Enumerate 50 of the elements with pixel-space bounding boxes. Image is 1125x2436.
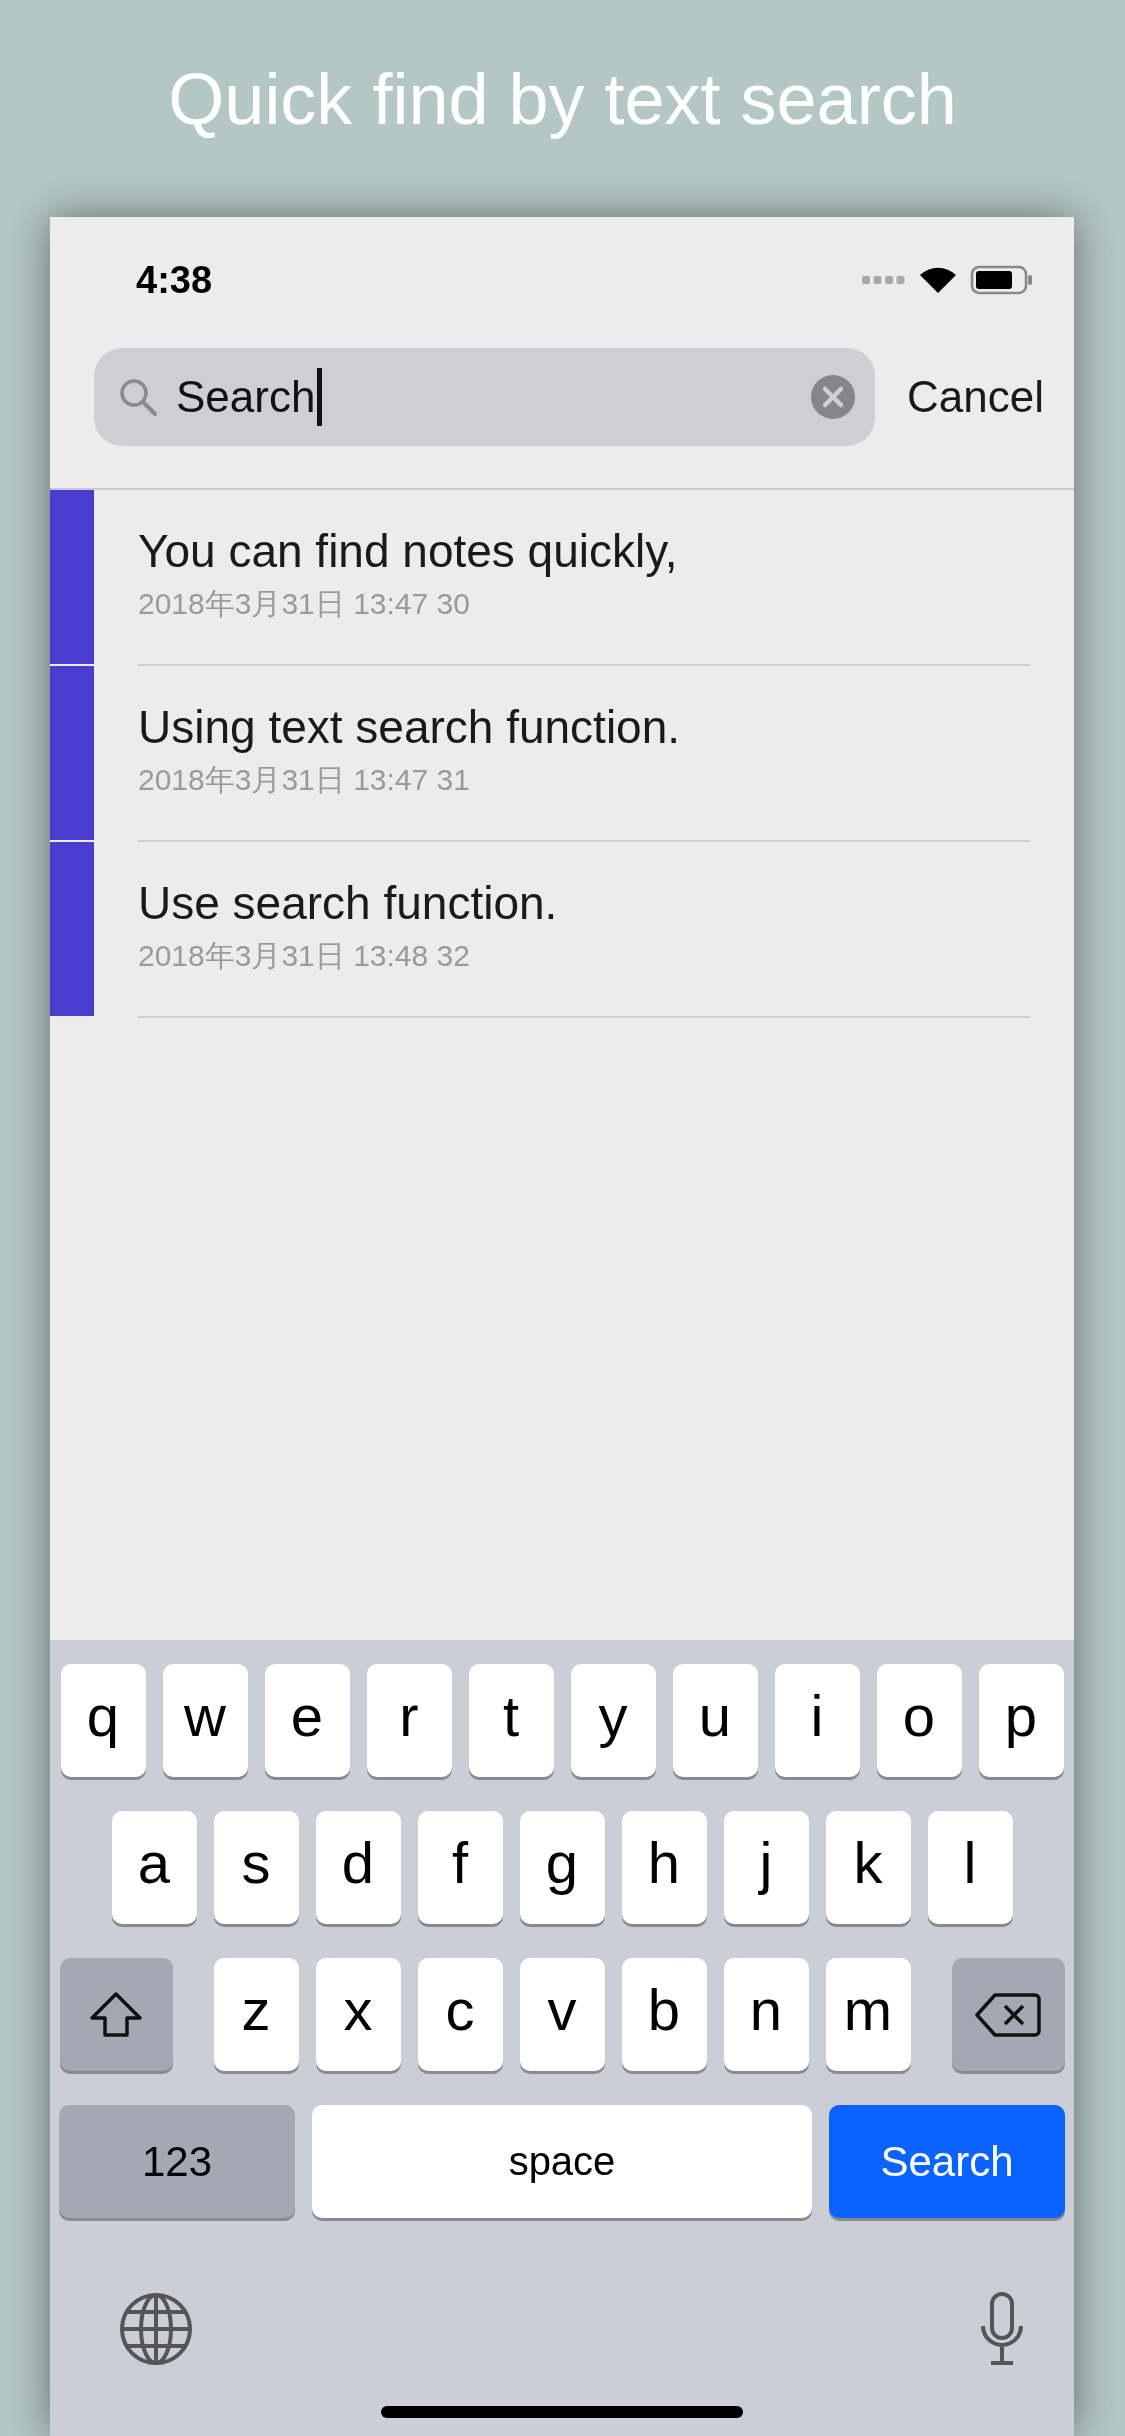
keyboard-key[interactable]: u	[672, 1664, 758, 1777]
keyboard-key[interactable]: l	[927, 1811, 1013, 1924]
battery-icon	[970, 265, 1034, 295]
note-title[interactable]: You can find notes quickly,	[138, 523, 1030, 578]
note-date: 2018年3月31日 13:47 31	[138, 761, 471, 798]
keyboard-key[interactable]: y	[570, 1664, 656, 1777]
keyboard-key[interactable]: z	[213, 1958, 299, 2071]
keyboard-key[interactable]: j	[723, 1811, 809, 1924]
search-key[interactable]: Search	[829, 2105, 1065, 2218]
keyboard-key[interactable]: h	[621, 1811, 707, 1924]
keyboard-key[interactable]: b	[621, 1958, 707, 2071]
search-icon	[118, 377, 158, 417]
search-text: Search	[176, 372, 316, 422]
search-field[interactable]: Search	[94, 348, 876, 446]
keyboard-key[interactable]: p	[978, 1664, 1064, 1777]
keyboard-key[interactable]: o	[876, 1664, 962, 1777]
headline: Quick find by text search	[168, 57, 957, 140]
delete-key[interactable]	[951, 1958, 1065, 2071]
keyboard-key[interactable]: f	[417, 1811, 503, 1924]
keyboard-key[interactable]: d	[315, 1811, 401, 1924]
keyboard-key[interactable]: n	[723, 1958, 809, 2071]
keyboard-key[interactable]: e	[264, 1664, 350, 1777]
note-title[interactable]: Using text search function.	[138, 699, 1030, 754]
keyboard-key[interactable]: c	[417, 1958, 503, 2071]
numbers-key[interactable]: 123	[59, 2105, 295, 2218]
keyboard-key[interactable]: i	[774, 1664, 860, 1777]
keyboard-key[interactable]: v	[519, 1958, 605, 2071]
shift-arrow-icon	[88, 1990, 144, 2039]
note-date: 2018年3月31日 13:47 30	[138, 585, 471, 622]
keyboard-key[interactable]: m	[825, 1958, 911, 2071]
cancel-button[interactable]: Cancel	[907, 372, 1044, 422]
keyboard-key[interactable]: w	[162, 1664, 248, 1777]
backspace-icon	[975, 1991, 1041, 2038]
note-date: 2018年3月31日 13:48 32	[138, 937, 471, 974]
signal-icon	[862, 275, 906, 285]
keyboard-key[interactable]: q	[60, 1664, 146, 1777]
globe-icon[interactable]	[119, 2292, 193, 2366]
space-key[interactable]: space	[312, 2105, 812, 2218]
shift-key[interactable]	[59, 1958, 173, 2071]
keyboard-key[interactable]: k	[825, 1811, 911, 1924]
keyboard-key[interactable]: a	[111, 1811, 197, 1924]
keyboard-key[interactable]: s	[213, 1811, 299, 1924]
keyboard-key[interactable]: x	[315, 1958, 401, 2071]
status-time: 4:38	[136, 258, 214, 302]
keyboard-key[interactable]: t	[468, 1664, 554, 1777]
keyboard-key[interactable]: g	[519, 1811, 605, 1924]
wifi-icon	[918, 265, 958, 295]
keyboard-key[interactable]: r	[366, 1664, 452, 1777]
note-title[interactable]: Use search function.	[138, 875, 1030, 930]
microphone-icon[interactable]	[979, 2292, 1025, 2366]
